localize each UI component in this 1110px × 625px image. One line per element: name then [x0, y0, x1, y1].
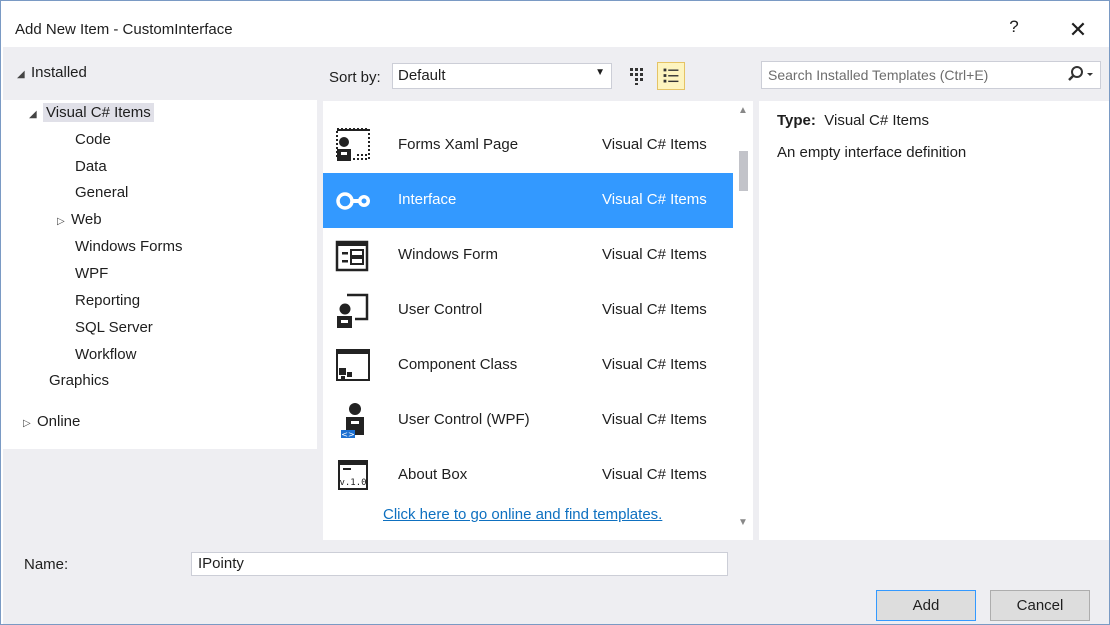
search-placeholder: Search Installed Templates (Ctrl+E) — [768, 67, 989, 83]
tree-item-web[interactable]: ▷ Web — [57, 211, 102, 228]
sort-by-label: Sort by: — [329, 69, 381, 86]
help-button[interactable]: ? — [1002, 15, 1026, 39]
windows-form-icon — [335, 240, 369, 272]
sort-bar: Sort by: Default ▼ — [317, 47, 753, 103]
template-category: Visual C# Items — [602, 246, 707, 263]
template-category: Visual C# Items — [602, 356, 707, 373]
title-bar: Add New Item - CustomInterface ? ✕ — [1, 1, 1109, 47]
list-item-user-control-wpf[interactable]: <> User Control (WPF) Visual C# Items — [323, 393, 733, 448]
installed-label: Installed — [31, 64, 87, 81]
bottom-bar: Name: IPointy Add Cancel — [3, 540, 1109, 624]
collapsed-arrow-icon[interactable]: ▷ — [23, 418, 37, 429]
tree-item-visual-csharp-items[interactable]: ◢ Visual C# Items — [29, 103, 154, 122]
template-name: About Box — [398, 466, 468, 483]
sort-by-select[interactable]: Default ▼ — [392, 63, 612, 89]
templates-panel: Sort by: Default ▼ Forms Xaml Page Visua… — [317, 47, 753, 540]
search-icon[interactable] — [1066, 65, 1094, 85]
svg-text:v.1.0: v.1.0 — [339, 478, 366, 488]
scroll-down-arrow-icon[interactable]: ▼ — [738, 517, 748, 528]
list-item-windows-form[interactable]: Windows Form Visual C# Items — [323, 228, 733, 283]
svg-text:<>: <> — [341, 430, 354, 439]
expand-arrow-icon[interactable]: ◢ — [29, 109, 43, 120]
add-button[interactable]: Add — [876, 590, 976, 621]
user-control-wpf-icon: <> — [341, 403, 364, 439]
collapsed-arrow-icon[interactable]: ▷ — [57, 216, 71, 227]
list-item-interface[interactable]: Interface Visual C# Items — [323, 173, 733, 228]
template-category: Visual C# Items — [602, 191, 707, 208]
details-panel: Search Installed Templates (Ctrl+E) Type… — [753, 47, 1109, 540]
tree-item-label: Visual C# Items — [43, 103, 154, 122]
about-box-icon: v.1.0 — [338, 460, 368, 490]
scroll-thumb[interactable] — [739, 151, 748, 191]
template-category: Visual C# Items — [602, 411, 707, 428]
online-label: Online — [37, 413, 81, 430]
search-input[interactable]: Search Installed Templates (Ctrl+E) — [761, 61, 1101, 89]
template-name: Windows Form — [398, 246, 499, 263]
expand-arrow-icon[interactable]: ◢ — [17, 69, 31, 80]
list-item-about-box[interactable]: v.1.0 About Box Visual C# Items — [323, 448, 733, 503]
list-item-component-class[interactable]: Component Class Visual C# Items — [323, 338, 733, 393]
sort-by-value: Default — [398, 67, 446, 84]
add-new-item-dialog: Add New Item - CustomInterface ? ✕ ◢ Inst… — [0, 0, 1110, 625]
template-list: Forms Xaml Page Visual C# Items Interfac… — [323, 101, 733, 540]
online-header[interactable]: ▷ Online — [23, 413, 80, 430]
tree-item-sql-server[interactable]: SQL Server — [75, 319, 153, 336]
template-list-scrollbar[interactable]: ▲ ▼ — [733, 101, 753, 540]
template-description: An empty interface definition — [777, 144, 967, 161]
installed-tree: ◢ Visual C# Items Code Data General ▷ Web … — [3, 100, 317, 449]
user-control-icon — [337, 293, 369, 328]
template-name: Component Class — [398, 356, 518, 373]
template-name: User Control (WPF) — [398, 411, 530, 428]
template-name: Forms Xaml Page — [398, 136, 519, 153]
template-category: Visual C# Items — [602, 301, 707, 318]
template-details: Type: Visual C# Items An empty interface… — [759, 101, 1109, 540]
tree-item-workflow[interactable]: Workflow — [75, 346, 136, 363]
template-name: User Control — [398, 301, 483, 318]
tree-item-graphics[interactable]: Graphics — [49, 372, 109, 389]
online-templates-link[interactable]: Click here to go online and find templat… — [383, 506, 662, 523]
list-view-icon[interactable] — [657, 62, 685, 90]
type-line: Type: Visual C# Items — [777, 112, 929, 129]
list-item-forms-xaml-page[interactable]: Forms Xaml Page Visual C# Items — [323, 118, 733, 173]
dropdown-arrow-icon: ▼ — [595, 67, 605, 78]
list-item-user-control[interactable]: User Control Visual C# Items — [323, 283, 733, 338]
tree-item-code[interactable]: Code — [75, 131, 111, 148]
type-value: Visual C# Items — [824, 112, 930, 129]
cancel-button[interactable]: Cancel — [990, 590, 1090, 621]
template-category: Visual C# Items — [602, 136, 707, 153]
template-name: Interface — [398, 191, 457, 208]
tree-item-windows-forms[interactable]: Windows Forms — [75, 238, 183, 255]
template-category: Visual C# Items — [602, 466, 707, 483]
component-class-icon — [336, 349, 370, 381]
name-input[interactable]: IPointy — [191, 552, 728, 576]
tree-item-data[interactable]: Data — [75, 158, 107, 175]
name-label: Name: — [24, 556, 69, 573]
name-input-value: IPointy — [198, 555, 244, 572]
tree-item-general[interactable]: General — [75, 184, 128, 201]
tree-item-label: Web — [71, 211, 102, 228]
tree-item-reporting[interactable]: Reporting — [75, 292, 140, 309]
scroll-up-arrow-icon[interactable]: ▲ — [738, 105, 748, 116]
type-label: Type: — [777, 112, 816, 129]
close-button[interactable]: ✕ — [1063, 15, 1093, 45]
tree-item-wpf[interactable]: WPF — [75, 265, 108, 282]
window-title: Add New Item - CustomInterface — [15, 21, 233, 38]
interface-icon — [336, 192, 370, 210]
installed-header[interactable]: ◢ Installed — [3, 55, 317, 91]
template-tree-panel: ◢ Installed ◢ Visual C# Items Code Data Ge… — [3, 47, 317, 540]
forms-xaml-icon — [336, 128, 370, 161]
small-icons-view-icon[interactable] — [625, 64, 649, 88]
